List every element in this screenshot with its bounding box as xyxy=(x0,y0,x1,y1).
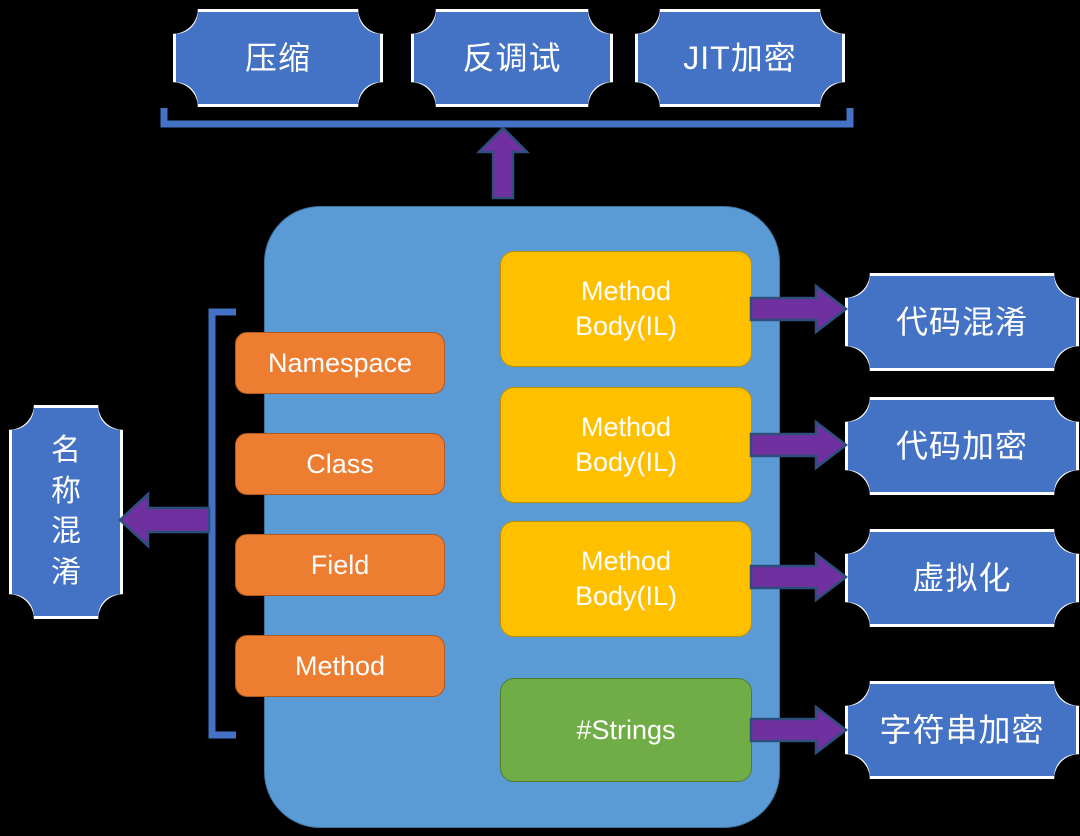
right-protection-code-obfuscation[interactable]: 代码混淆 xyxy=(845,273,1079,371)
method-body-line2: Body(IL) xyxy=(574,447,678,477)
top-protection-antidebug-label: 反调试 xyxy=(462,39,562,76)
label-char: 名 xyxy=(51,434,81,467)
right-protection-virtualization[interactable]: 虚拟化 xyxy=(845,529,1079,627)
right-protection-code-encryption[interactable]: 代码加密 xyxy=(845,397,1079,495)
method-body-box-1-text: Method Body(IL) xyxy=(575,274,677,343)
method-body-line1: Method xyxy=(580,412,672,443)
right-protection-string-encryption[interactable]: 字符串加密 xyxy=(845,681,1079,779)
top-protection-jit-encrypt[interactable]: JIT加密 xyxy=(635,9,845,107)
top-protection-antidebug[interactable]: 反调试 xyxy=(411,9,613,107)
member-box-field[interactable]: Field xyxy=(235,534,445,596)
left-protection-name-obfuscation-label: 名 称 混 淆 xyxy=(12,431,120,593)
method-body-box-2[interactable]: Method Body(IL) xyxy=(500,387,752,503)
strings-heap-box[interactable]: #Strings xyxy=(500,678,752,782)
plaque-face: 压缩 xyxy=(176,12,380,104)
member-box-method[interactable]: Method xyxy=(235,635,445,697)
member-box-class-label: Class xyxy=(306,448,374,479)
plaque-face: 代码混淆 xyxy=(848,276,1076,368)
member-box-namespace[interactable]: Namespace xyxy=(235,332,445,394)
member-box-namespace-label: Namespace xyxy=(267,347,413,378)
plaque-face: 虚拟化 xyxy=(848,532,1076,624)
method-body-line1: Method xyxy=(580,276,672,307)
method-body-box-2-text: Method Body(IL) xyxy=(575,410,677,479)
top-protection-compress-label: 压缩 xyxy=(244,39,311,76)
method-body-box-1[interactable]: Method Body(IL) xyxy=(500,251,752,367)
diagram-canvas: 压缩 反调试 JIT加密 名 称 混 淆 Namespace Class Fie… xyxy=(0,0,1080,836)
method-body-box-3[interactable]: Method Body(IL) xyxy=(500,521,752,637)
method-body-line2: Body(IL) xyxy=(574,311,678,341)
method-body-line1: Method xyxy=(580,546,672,577)
up-arrow xyxy=(475,126,531,200)
plaque-face: 代码加密 xyxy=(848,400,1076,492)
left-bracket xyxy=(208,308,236,739)
strings-heap-label: #Strings xyxy=(576,714,676,745)
method-body-line2: Body(IL) xyxy=(574,581,678,611)
label-char: 称 xyxy=(51,474,81,508)
left-arrow xyxy=(118,491,211,549)
plaque-face: 字符串加密 xyxy=(848,684,1076,776)
label-char: 混 xyxy=(51,515,81,548)
right-protection-code-encryption-label: 代码加密 xyxy=(895,427,1028,464)
top-protection-jit-encrypt-label: JIT加密 xyxy=(683,39,797,76)
plaque-face: 名 称 混 淆 xyxy=(12,408,120,616)
member-box-method-label: Method xyxy=(294,650,386,681)
method-body-box-3-text: Method Body(IL) xyxy=(575,544,677,613)
plaque-face: 反调试 xyxy=(414,12,610,104)
top-protection-compress[interactable]: 压缩 xyxy=(173,9,383,107)
right-protection-virtualization-label: 虚拟化 xyxy=(912,559,1012,596)
left-protection-name-obfuscation[interactable]: 名 称 混 淆 xyxy=(9,405,123,619)
right-protection-code-obfuscation-label: 代码混淆 xyxy=(895,303,1028,340)
member-box-field-label: Field xyxy=(310,549,370,580)
label-char: 淆 xyxy=(51,555,81,589)
member-box-class[interactable]: Class xyxy=(235,433,445,495)
top-bracket xyxy=(160,108,854,128)
right-protection-string-encryption-label: 字符串加密 xyxy=(879,711,1045,748)
plaque-face: JIT加密 xyxy=(638,12,842,104)
